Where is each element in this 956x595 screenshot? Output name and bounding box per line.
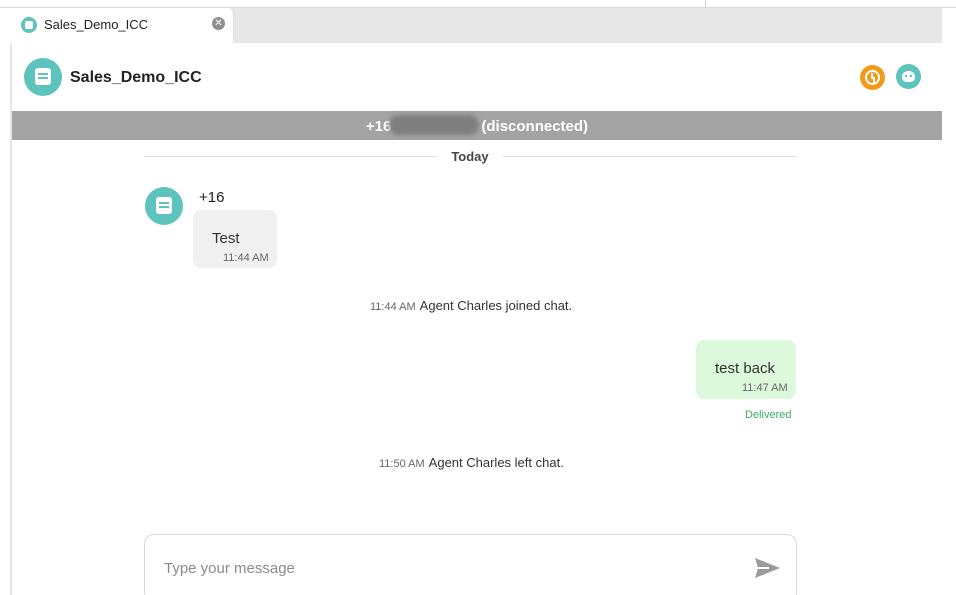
tab-bar: Sales_Demo_ICC ✕ <box>12 8 942 43</box>
avatar <box>145 187 183 225</box>
phone-number-prefix: +16 <box>365 118 392 135</box>
chat-window: Sales_Demo_ICC ✕ Sales_Demo_ICC +16 (disc… <box>0 0 956 595</box>
message-text: Test <box>212 230 240 247</box>
redacted-number <box>389 115 480 136</box>
message-input[interactable] <box>164 555 724 581</box>
connection-status-bar: +16 (disconnected) <box>12 111 942 140</box>
delivery-status: Delivered <box>745 409 792 421</box>
send-icon[interactable] <box>753 555 783 581</box>
event-text: Agent Charles left chat. <box>428 455 564 470</box>
avatar <box>24 58 62 96</box>
event-time: 11:44 AM <box>370 301 416 313</box>
tab-label: Sales_Demo_ICC <box>44 17 149 32</box>
message-time: 11:44 AM <box>223 252 269 264</box>
strip-divider <box>705 0 706 8</box>
outgoing-message-bubble: test back 11:47 AM <box>696 340 796 399</box>
message-time: 11:47 AM <box>742 382 788 394</box>
close-icon[interactable]: ✕ <box>212 17 225 30</box>
timer-icon[interactable] <box>860 65 885 90</box>
system-event-left: 11:50 AM Agent Charles left chat. <box>379 455 564 470</box>
status-text: +16 (disconnected) <box>365 115 589 136</box>
system-event-joined: 11:44 AM Agent Charles joined chat. <box>370 298 572 313</box>
bot-icon[interactable] <box>896 64 921 89</box>
event-text: Agent Charles joined chat. <box>419 298 573 313</box>
connection-state: (disconnected) <box>481 118 589 135</box>
tab-sales-demo-icc[interactable]: Sales_Demo_ICC ✕ <box>12 8 234 43</box>
divider-line-right <box>503 156 796 157</box>
page-title: Sales_Demo_ICC <box>70 69 202 86</box>
event-time: 11:50 AM <box>379 458 425 470</box>
sender-number: +16 <box>199 189 225 206</box>
incoming-message-bubble: Test 11:44 AM <box>193 210 277 268</box>
chat-bubble-icon <box>35 68 51 85</box>
chat-bubble-icon <box>156 197 172 214</box>
sender-name: +16 <box>199 189 224 206</box>
chat-header: Sales_Demo_ICC <box>12 43 942 111</box>
chat-bubble-icon <box>21 17 37 33</box>
message-text: test back <box>715 360 776 377</box>
message-composer <box>144 534 797 595</box>
browser-top-strip <box>0 0 956 8</box>
date-divider: Today <box>144 149 796 165</box>
